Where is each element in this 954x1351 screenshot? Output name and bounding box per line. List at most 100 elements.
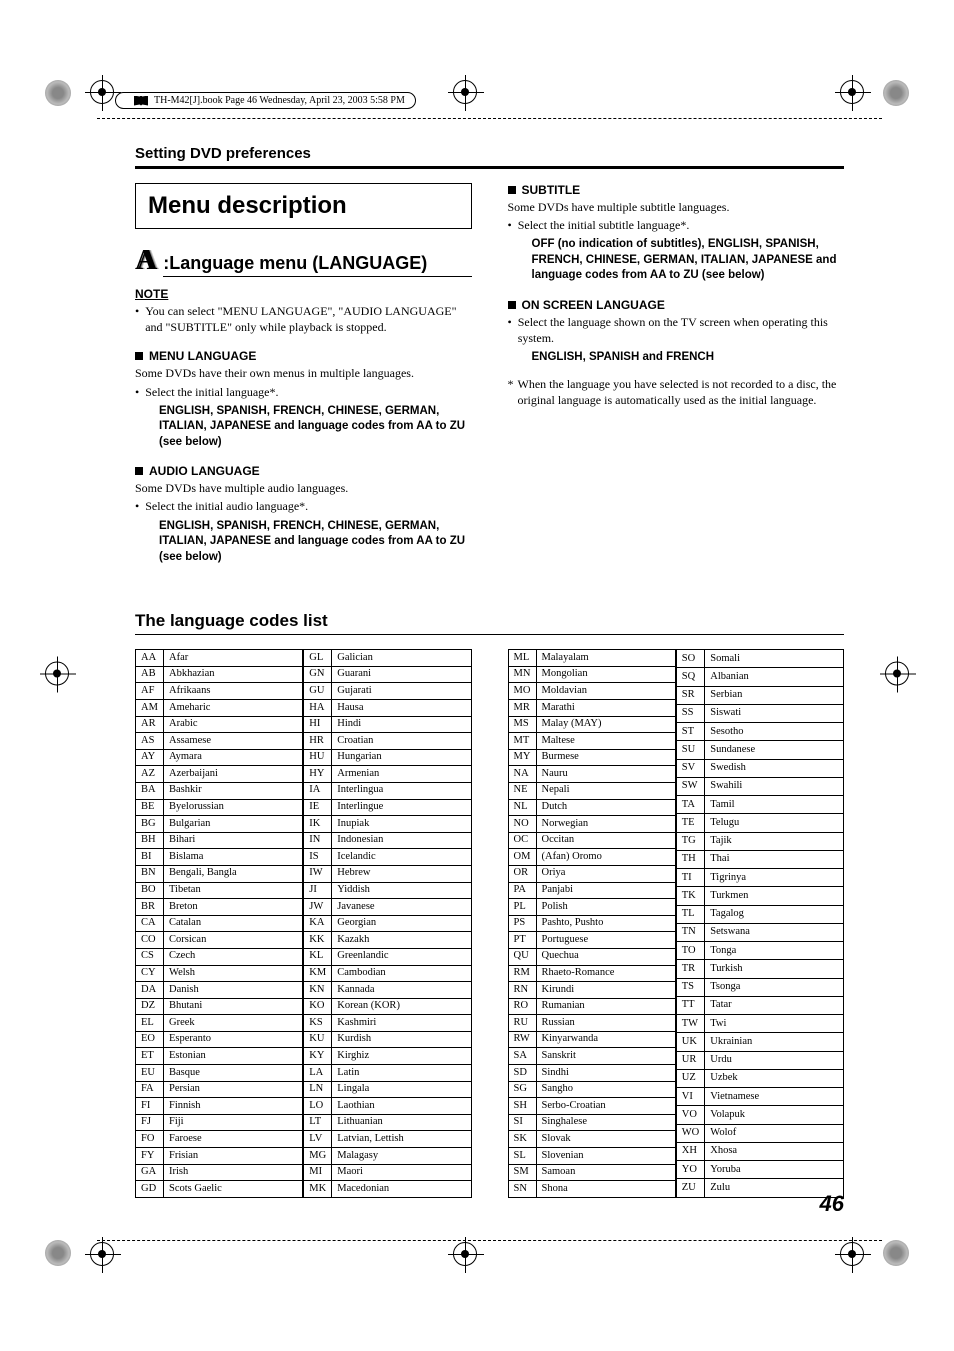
language-name: Slovenian xyxy=(536,1148,675,1165)
language-menu-heading: :Language menu (LANGUAGE) xyxy=(163,253,471,277)
table-row: RWKinyarwanda xyxy=(508,1031,675,1048)
table-row: SRSerbian xyxy=(676,686,843,704)
language-name: Sanskrit xyxy=(536,1048,675,1065)
language-name: Twi xyxy=(705,1015,844,1033)
language-code: KS xyxy=(304,1015,332,1032)
table-row: GLGalician xyxy=(304,650,471,667)
language-name: Kirghiz xyxy=(332,1048,471,1065)
table-row: QUQuechua xyxy=(508,948,675,965)
language-code: TG xyxy=(676,832,705,850)
language-name: Russian xyxy=(536,1015,675,1032)
language-name: Kazakh xyxy=(332,932,471,949)
language-name: Vietnamese xyxy=(705,1088,844,1106)
table-row: PSPashto, Pushto xyxy=(508,915,675,932)
subheading-subtitle: SUBTITLE xyxy=(508,183,845,197)
language-code: KM xyxy=(304,965,332,982)
footnote: * When the language you have selected is… xyxy=(508,376,845,408)
language-code: SI xyxy=(508,1114,536,1131)
language-code: BE xyxy=(136,799,164,816)
language-code: SK xyxy=(508,1131,536,1148)
language-code: NO xyxy=(508,816,536,833)
language-code: BR xyxy=(136,899,164,916)
language-code: KL xyxy=(304,948,332,965)
note-label: NOTE xyxy=(135,287,472,301)
table-row: FAPersian xyxy=(136,1081,303,1098)
language-name: Albanian xyxy=(705,668,844,686)
language-code: TA xyxy=(676,796,705,814)
language-name: Wolof xyxy=(705,1124,844,1142)
square-bullet-icon xyxy=(135,467,143,475)
language-name: Maori xyxy=(332,1164,471,1181)
table-row: PTPortuguese xyxy=(508,932,675,949)
table-row: SLSlovenian xyxy=(508,1148,675,1165)
language-code: LN xyxy=(304,1081,332,1098)
registration-target-icon xyxy=(453,1242,477,1271)
table-row: KNKannada xyxy=(304,982,471,999)
table-row: IAInterlingua xyxy=(304,782,471,799)
language-code: AS xyxy=(136,733,164,750)
table-row: TKTurkmen xyxy=(676,887,843,905)
language-code: KA xyxy=(304,915,332,932)
table-row: TITigrinya xyxy=(676,869,843,887)
language-code: TN xyxy=(676,923,705,941)
language-name: Hungarian xyxy=(332,749,471,766)
table-row: RURussian xyxy=(508,1015,675,1032)
table-row: MLMalayalam xyxy=(508,650,675,667)
table-row: BEByelorussian xyxy=(136,799,303,816)
language-code: BG xyxy=(136,816,164,833)
language-code: KU xyxy=(304,1031,332,1048)
language-name: Korean (KOR) xyxy=(332,998,471,1015)
table-row: OCOccitan xyxy=(508,832,675,849)
table-row: YOYoruba xyxy=(676,1161,843,1179)
language-name: Tagalog xyxy=(705,905,844,923)
language-name: Aymara xyxy=(164,749,303,766)
language-code: AM xyxy=(136,700,164,717)
language-code: UR xyxy=(676,1051,705,1069)
language-name: Inupiak xyxy=(332,816,471,833)
language-code: XH xyxy=(676,1142,705,1160)
language-code: TR xyxy=(676,960,705,978)
language-name: Serbian xyxy=(705,686,844,704)
language-name: Ukrainian xyxy=(705,1033,844,1051)
language-code: GA xyxy=(136,1164,164,1181)
table-row: FJFiji xyxy=(136,1114,303,1131)
table-row: MYBurmese xyxy=(508,749,675,766)
language-name: Kurdish xyxy=(332,1031,471,1048)
language-name: Icelandic xyxy=(332,849,471,866)
language-name: Javanese xyxy=(332,899,471,916)
language-code: BN xyxy=(136,865,164,882)
table-row: SMSamoan xyxy=(508,1164,675,1181)
table-row: MNMongolian xyxy=(508,666,675,683)
subheading-on-screen-language: ON SCREEN LANGUAGE xyxy=(508,298,845,312)
table-row: RMRhaeto-Romance xyxy=(508,965,675,982)
language-code: KK xyxy=(304,932,332,949)
language-name: Kirundi xyxy=(536,982,675,999)
language-name: Tonga xyxy=(705,942,844,960)
language-name: Swahili xyxy=(705,777,844,795)
language-name: Hebrew xyxy=(332,865,471,882)
table-row: ZUZulu xyxy=(676,1179,843,1197)
table-row: FIFinnish xyxy=(136,1098,303,1115)
language-name: Urdu xyxy=(705,1051,844,1069)
language-code: PA xyxy=(508,882,536,899)
language-code: NL xyxy=(508,799,536,816)
language-name: Polish xyxy=(536,899,675,916)
language-code: ZU xyxy=(676,1179,705,1197)
table-row: THThai xyxy=(676,850,843,868)
language-code: AF xyxy=(136,683,164,700)
divider xyxy=(135,166,844,169)
language-code: DA xyxy=(136,982,164,999)
language-code: ET xyxy=(136,1048,164,1065)
square-bullet-icon xyxy=(508,186,516,194)
options-text: OFF (no indication of subtitles), ENGLIS… xyxy=(532,237,845,284)
language-name: Turkish xyxy=(705,960,844,978)
registration-target-icon xyxy=(840,1242,864,1271)
language-name: Galician xyxy=(332,650,471,667)
language-code: QU xyxy=(508,948,536,965)
language-name: Gujarati xyxy=(332,683,471,700)
language-code: LT xyxy=(304,1114,332,1131)
language-code: GL xyxy=(304,650,332,667)
language-code: TW xyxy=(676,1015,705,1033)
table-row: TRTurkish xyxy=(676,960,843,978)
language-name: Estonian xyxy=(164,1048,303,1065)
